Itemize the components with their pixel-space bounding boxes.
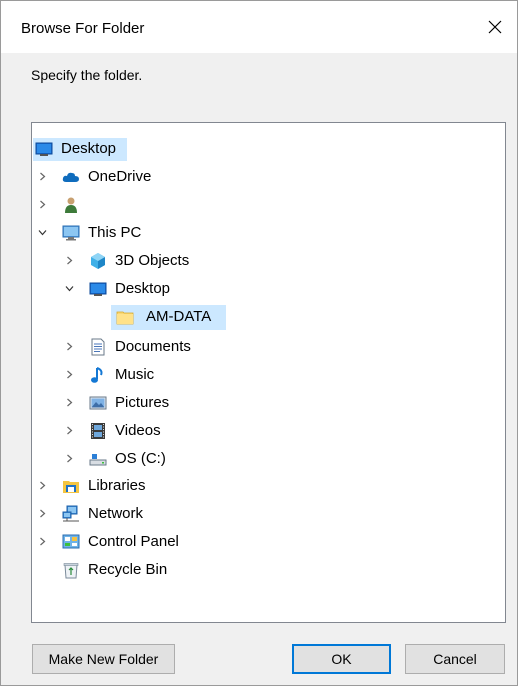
tree-item-label: This PC	[88, 224, 142, 241]
cancel-button[interactable]: Cancel	[405, 644, 505, 674]
libraries-icon	[62, 477, 80, 495]
tree-item[interactable]: OneDrive	[32, 164, 505, 190]
onedrive-cloud-icon	[62, 168, 80, 186]
chevron-right-icon[interactable]	[65, 398, 74, 407]
tree-item[interactable]: Network	[32, 501, 505, 527]
ok-button[interactable]: OK	[292, 644, 391, 674]
title-bar: Browse For Folder	[1, 1, 517, 53]
chevron-right-icon[interactable]	[65, 370, 74, 379]
chevron-right-icon[interactable]	[65, 342, 74, 351]
chevron-right-icon[interactable]	[38, 172, 47, 181]
instruction-text: Specify the folder.	[31, 67, 143, 83]
chevron-right-icon[interactable]	[38, 537, 47, 546]
tree-item-label: Control Panel	[88, 533, 179, 550]
desktop-icon	[89, 280, 107, 298]
tree-item-label: Recycle Bin	[88, 561, 168, 578]
tree-item-label: Libraries	[88, 477, 146, 494]
chevron-right-icon[interactable]	[65, 454, 74, 463]
chevron-right-icon[interactable]	[38, 200, 47, 209]
close-button[interactable]	[473, 1, 517, 53]
tree-item[interactable]: 3D Objects	[32, 248, 505, 274]
tree-item[interactable]: Desktop	[32, 136, 505, 162]
cancel-label: Cancel	[433, 651, 477, 667]
tree-item[interactable]: This PC	[32, 220, 505, 246]
tree-item[interactable]: Control Panel	[32, 529, 505, 555]
folder-icon	[116, 308, 134, 326]
tree-item-label: Desktop	[58, 140, 120, 158]
tree-item[interactable]: AM-DATA	[32, 304, 505, 330]
chevron-right-icon[interactable]	[38, 481, 47, 490]
tree-item-label: OS (C:)	[115, 450, 166, 467]
this-pc-icon	[62, 224, 80, 242]
tree-item[interactable]: Music	[32, 362, 505, 388]
control-panel-icon	[62, 533, 80, 551]
tree-item-label: Videos	[115, 422, 161, 439]
close-icon	[488, 20, 502, 34]
recycle-bin-icon	[62, 561, 80, 579]
videos-icon	[89, 422, 107, 440]
chevron-down-icon[interactable]	[38, 228, 47, 237]
tree-item[interactable]: Pictures	[32, 390, 505, 416]
music-icon	[89, 366, 107, 384]
chevron-right-icon[interactable]	[65, 426, 74, 435]
ok-label: OK	[331, 651, 352, 667]
tree-item-label: OneDrive	[88, 168, 152, 185]
dialog-title: Browse For Folder	[21, 20, 145, 37]
tree-item[interactable]: Libraries	[32, 473, 505, 499]
network-icon	[62, 505, 80, 523]
drive-icon	[89, 450, 107, 468]
tree-item[interactable]: OS (C:)	[32, 446, 505, 472]
desktop-icon	[35, 140, 53, 158]
tree-item-label: Documents	[115, 338, 191, 355]
make-new-folder-button[interactable]: Make New Folder	[32, 644, 175, 674]
browse-for-folder-dialog: Browse For Folder Specify the folder. De…	[0, 0, 518, 686]
tree-item[interactable]	[32, 192, 505, 218]
3d-objects-icon	[89, 252, 107, 270]
tree-item-label: Music	[115, 366, 155, 383]
user-icon	[62, 196, 80, 214]
tree-item[interactable]: Desktop	[32, 276, 505, 302]
tree-item-label: AM-DATA	[139, 308, 219, 326]
documents-icon	[89, 338, 107, 356]
tree-item-label: 3D Objects	[115, 252, 190, 269]
tree-item[interactable]: Documents	[32, 334, 505, 360]
tree-item[interactable]: Videos	[32, 418, 505, 444]
tree-item[interactable]: Recycle Bin	[32, 557, 505, 583]
tree-item-label: Desktop	[115, 280, 171, 297]
chevron-right-icon[interactable]	[65, 256, 74, 265]
tree-item-label: Network	[88, 505, 144, 522]
pictures-icon	[89, 394, 107, 412]
chevron-down-icon[interactable]	[65, 284, 74, 293]
tree-item-label: Pictures	[115, 394, 170, 411]
make-new-folder-label: Make New Folder	[48, 651, 159, 667]
folder-tree[interactable]: Desktop OneDrive This PC 3D Objects Desktop A…	[31, 122, 506, 623]
chevron-right-icon[interactable]	[38, 509, 47, 518]
